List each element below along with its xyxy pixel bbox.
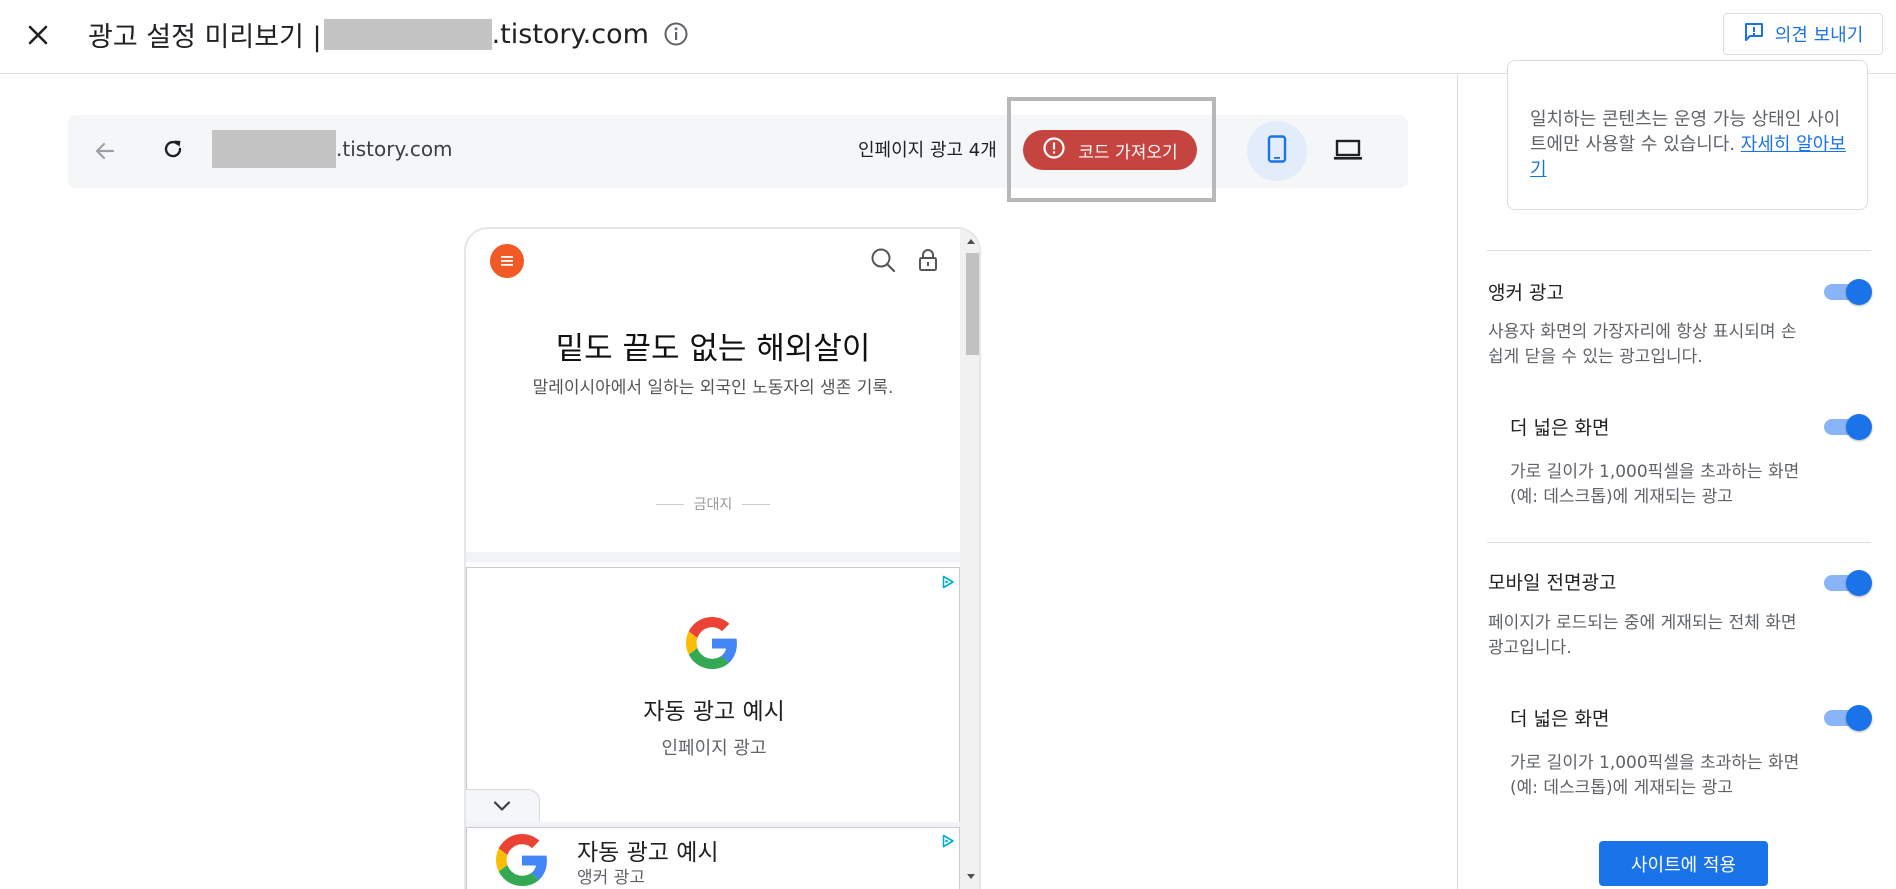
scroll-up-arrow-icon[interactable] xyxy=(962,235,979,247)
anchor-ads-description: 사용자 화면의 가장자리에 항상 표시되며 손쉽게 닫을 수 있는 광고입니다. xyxy=(1488,322,1797,367)
ad-title: 자동 광고 예시 xyxy=(577,840,719,866)
feedback-icon xyxy=(1743,21,1765,48)
divider xyxy=(1487,250,1871,251)
title-domain: .tistory.com xyxy=(491,18,649,50)
vignette-ads-label: 모바일 전면광고 xyxy=(1488,572,1617,594)
vignette-wide-screen-toggle[interactable] xyxy=(1822,705,1872,731)
title-prefix: 광고 설정 미리보기 | xyxy=(88,21,322,53)
search-icon[interactable] xyxy=(868,245,898,275)
anchor-ad-sample[interactable]: 자동 광고 예시 앵커 광고 xyxy=(466,827,960,889)
section-divider xyxy=(466,552,960,562)
vignette-wide-screen-label: 더 넓은 화면 xyxy=(1510,708,1610,730)
apply-to-site-button[interactable]: 사이트에 적용 xyxy=(1599,841,1768,886)
redacted-domain xyxy=(323,18,492,50)
anchor-wide-screen-description: 가로 길이가 1,000픽셀을 초과하는 화면(예: 데스크톱)에 게재되는 광… xyxy=(1510,462,1800,507)
mobile-view-toggle[interactable] xyxy=(1247,121,1307,181)
scroll-down-arrow-icon[interactable] xyxy=(962,870,979,882)
divider xyxy=(1487,542,1871,543)
lock-icon[interactable] xyxy=(915,245,941,275)
anchor-collapse-tab[interactable] xyxy=(466,789,540,822)
ad-type-label: 인페이지 광고 xyxy=(661,738,767,759)
anchor-ads-toggle[interactable] xyxy=(1822,279,1872,305)
notice-text: 일치하는 콘텐츠는 운영 가능 상태인 사이트에만 사용할 수 있습니다. 자세… xyxy=(1530,107,1850,182)
ad-title: 자동 광고 예시 xyxy=(643,699,785,725)
category-label[interactable]: 금대지 xyxy=(694,494,733,514)
url-domain: .tistory.com xyxy=(336,137,453,161)
panel-divider xyxy=(1457,75,1458,889)
vignette-ads-description: 페이지가 로드되는 중에 게재되는 전체 화면 광고입니다. xyxy=(1488,613,1797,658)
laptop-icon xyxy=(1333,138,1363,166)
google-logo xyxy=(496,834,548,886)
anchor-wide-screen-toggle[interactable] xyxy=(1822,414,1872,440)
blog-title: 밑도 끝도 없는 해외살이 xyxy=(555,331,871,367)
preview-url: .tistory.com xyxy=(212,130,453,168)
blog-subtitle: 말레이시아에서 일하는 외국인 노동자의 생존 기록. xyxy=(532,378,894,398)
chevron-down-icon xyxy=(493,797,511,816)
inpage-ad-count: 인페이지 광고 4개 xyxy=(858,140,997,161)
back-arrow-icon[interactable] xyxy=(90,136,120,166)
availability-notice: 일치하는 콘텐츠는 운영 가능 상태인 사이트에만 사용할 수 있습니다. 자세… xyxy=(1507,60,1868,210)
warning-icon xyxy=(1042,136,1066,165)
anchor-wide-screen-label: 더 넓은 화면 xyxy=(1510,417,1610,439)
adchoices-icon[interactable] xyxy=(940,833,956,849)
divider xyxy=(742,503,771,505)
page-title: 광고 설정 미리보기 | .tistory.com xyxy=(88,16,689,53)
blog-category: 금대지 xyxy=(466,494,960,514)
mobile-preview-frame: 밑도 끝도 없는 해외살이 말레이시아에서 일하는 외국인 노동자의 생존 기록… xyxy=(464,227,981,889)
vignette-wide-screen-description: 가로 길이가 1,000픽셀을 초과하는 화면(예: 데스크톱)에 게재되는 광… xyxy=(1510,753,1800,798)
google-logo xyxy=(686,617,738,669)
smartphone-icon xyxy=(1267,135,1287,167)
info-icon[interactable] xyxy=(663,21,689,47)
menu-icon[interactable] xyxy=(490,244,524,278)
vignette-ads-toggle[interactable] xyxy=(1822,570,1872,596)
adchoices-icon[interactable] xyxy=(940,574,956,590)
inpage-ad-sample[interactable]: 자동 광고 예시 인페이지 광고 xyxy=(466,567,960,835)
close-icon[interactable] xyxy=(20,17,56,53)
desktop-view-toggle[interactable] xyxy=(1332,137,1364,167)
ad-type-label: 앵커 광고 xyxy=(577,868,645,888)
feedback-button[interactable]: 의견 보내기 xyxy=(1723,13,1883,55)
preview-page: 밑도 끝도 없는 해외살이 말레이시아에서 일하는 외국인 노동자의 생존 기록… xyxy=(466,229,960,889)
reload-icon[interactable] xyxy=(158,134,188,164)
redacted-url xyxy=(212,130,336,168)
get-code-button[interactable]: 코드 가져오기 xyxy=(1023,130,1197,170)
anchor-ads-label: 앵커 광고 xyxy=(1488,282,1564,304)
scrollbar-thumb[interactable] xyxy=(966,253,979,355)
feedback-label: 의견 보내기 xyxy=(1774,25,1864,46)
divider xyxy=(655,503,684,505)
get-code-label: 코드 가져오기 xyxy=(1078,142,1178,163)
